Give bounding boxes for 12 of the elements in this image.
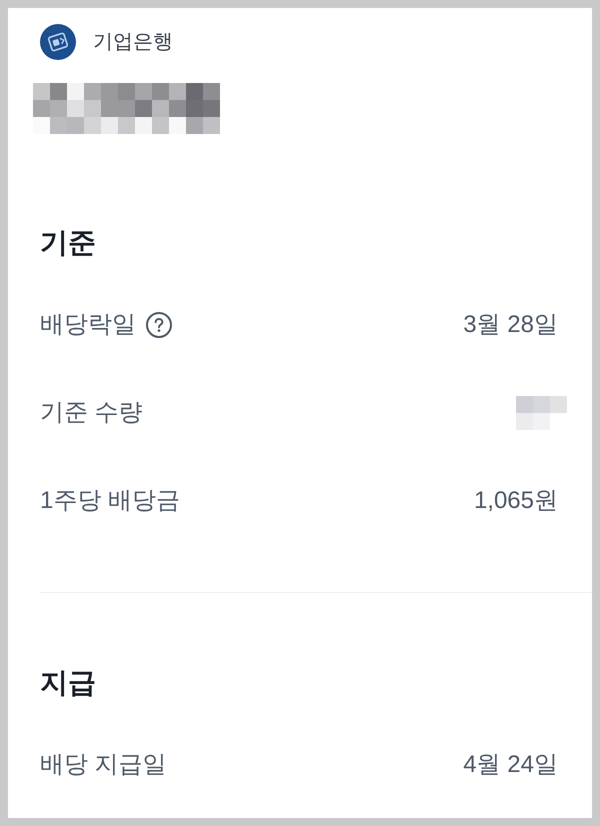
section-heading: 기준 [40, 226, 96, 260]
section-heading: 지급 [40, 666, 96, 700]
bank-logo-icon [40, 24, 76, 60]
row-label: 기준 수량 [40, 398, 143, 428]
row-value: 1,065원 [474, 486, 558, 516]
row-label: 배당락일 [40, 310, 136, 340]
help-icon[interactable] [146, 312, 172, 338]
row-value: 3월 28일 [463, 310, 558, 340]
row-label: 1주당 배당금 [40, 486, 180, 516]
row-value: 4월 24일 [463, 750, 558, 780]
row-label: 배당 지급일 [40, 750, 167, 780]
bank-name: 기업은행 [93, 30, 173, 55]
